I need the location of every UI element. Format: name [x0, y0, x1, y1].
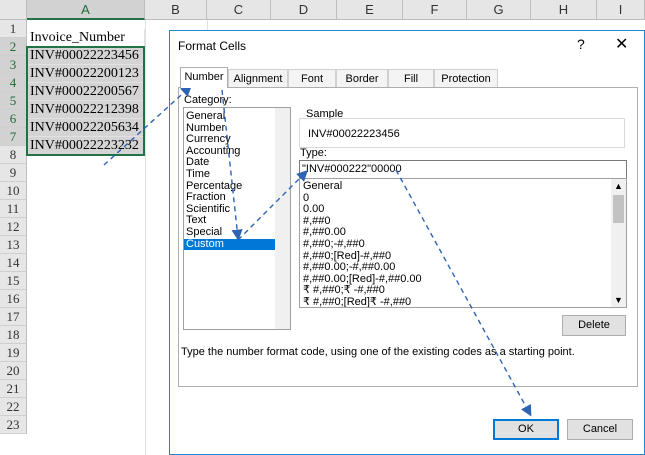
column-header-h[interactable]: H	[531, 0, 597, 20]
row-header-22[interactable]: 22	[0, 398, 27, 416]
column-header-i[interactable]: I	[597, 0, 645, 20]
row-header-13[interactable]: 13	[0, 236, 27, 254]
scroll-up-icon[interactable]: ▲	[611, 179, 626, 193]
row-header-7[interactable]: 7	[0, 128, 27, 146]
column-header-g[interactable]: G	[467, 0, 531, 20]
row-header-21[interactable]: 21	[0, 380, 27, 398]
row-header-15[interactable]: 15	[0, 272, 27, 290]
category-item-custom[interactable]: Custom	[184, 238, 275, 251]
format-list-scrollbar[interactable]: ▲ ▼	[611, 179, 626, 307]
row-header-10[interactable]: 10	[0, 182, 27, 200]
close-icon[interactable]: ✕	[615, 34, 628, 54]
category-label: Category:	[184, 94, 232, 106]
row-header-3[interactable]: 3	[0, 56, 27, 74]
type-format-input[interactable]: "INV#000222"00000	[299, 160, 627, 179]
format-item[interactable]: #,##0;-#,##0	[300, 238, 626, 251]
row-header-6[interactable]: 6	[0, 110, 27, 128]
column-header-b[interactable]: B	[145, 0, 207, 20]
row-header-16[interactable]: 16	[0, 290, 27, 308]
row-header-20[interactable]: 20	[0, 362, 27, 380]
format-item[interactable]: 0.00	[300, 204, 626, 216]
format-description: Type the number format code, using one o…	[181, 346, 575, 358]
format-item[interactable]: 0	[300, 192, 626, 205]
selection-range-border	[26, 46, 145, 156]
format-item[interactable]: ₹ #,##0;[Red]₹ -#,##0	[300, 296, 626, 307]
row-header-5[interactable]: 5	[0, 92, 27, 110]
column-header-d[interactable]: D	[271, 0, 337, 20]
category-list[interactable]: General Number Currency Accounting Date …	[183, 107, 291, 330]
column-header-c[interactable]: C	[207, 0, 271, 20]
row-header-1[interactable]: 1	[0, 20, 27, 38]
format-item[interactable]: #,##0.00;-#,##0.00	[300, 262, 626, 274]
help-button[interactable]: ?	[577, 36, 585, 52]
row-header-17[interactable]: 17	[0, 308, 27, 326]
row-header-12[interactable]: 12	[0, 218, 27, 236]
tab-font[interactable]: Font	[288, 69, 336, 87]
ok-button[interactable]: OK	[493, 419, 559, 440]
cancel-button[interactable]: Cancel	[567, 419, 633, 440]
scroll-down-icon[interactable]: ▼	[611, 293, 626, 307]
type-label: Type:	[300, 147, 327, 159]
tab-alignment[interactable]: Alignment	[228, 69, 288, 87]
row-header-19[interactable]: 19	[0, 344, 27, 362]
column-header-e[interactable]: E	[337, 0, 403, 20]
format-item[interactable]: #,##0	[300, 215, 626, 228]
row-header-18[interactable]: 18	[0, 326, 27, 344]
tab-number[interactable]: Number	[180, 67, 228, 88]
row-header-14[interactable]: 14	[0, 254, 27, 272]
row-header-11[interactable]: 11	[0, 200, 27, 218]
row-header-9[interactable]: 9	[0, 164, 27, 182]
format-item[interactable]: General	[300, 180, 626, 193]
row-header-8[interactable]: 8	[0, 146, 27, 164]
scroll-thumb[interactable]	[613, 195, 624, 223]
format-code-list[interactable]: General 0 0.00 #,##0 #,##0.00 #,##0;-#,#…	[299, 178, 627, 308]
dialog-title: Format Cells	[178, 39, 247, 53]
cell-a1[interactable]: Invoice_Number	[27, 29, 145, 47]
delete-button[interactable]: Delete	[562, 315, 626, 336]
sample-value: INV#00022223456	[299, 118, 625, 148]
column-header-f[interactable]: F	[403, 0, 467, 20]
category-scrollbar[interactable]	[275, 108, 290, 329]
tab-border[interactable]: Border	[336, 69, 388, 87]
corner-select-all[interactable]	[0, 0, 27, 20]
row-header-4[interactable]: 4	[0, 74, 27, 92]
tab-protection[interactable]: Protection	[434, 69, 498, 87]
row-header-2[interactable]: 2	[0, 38, 27, 56]
column-header-a[interactable]: A	[27, 0, 145, 20]
tab-fill[interactable]: Fill	[388, 69, 434, 87]
row-header-23[interactable]: 23	[0, 416, 27, 434]
